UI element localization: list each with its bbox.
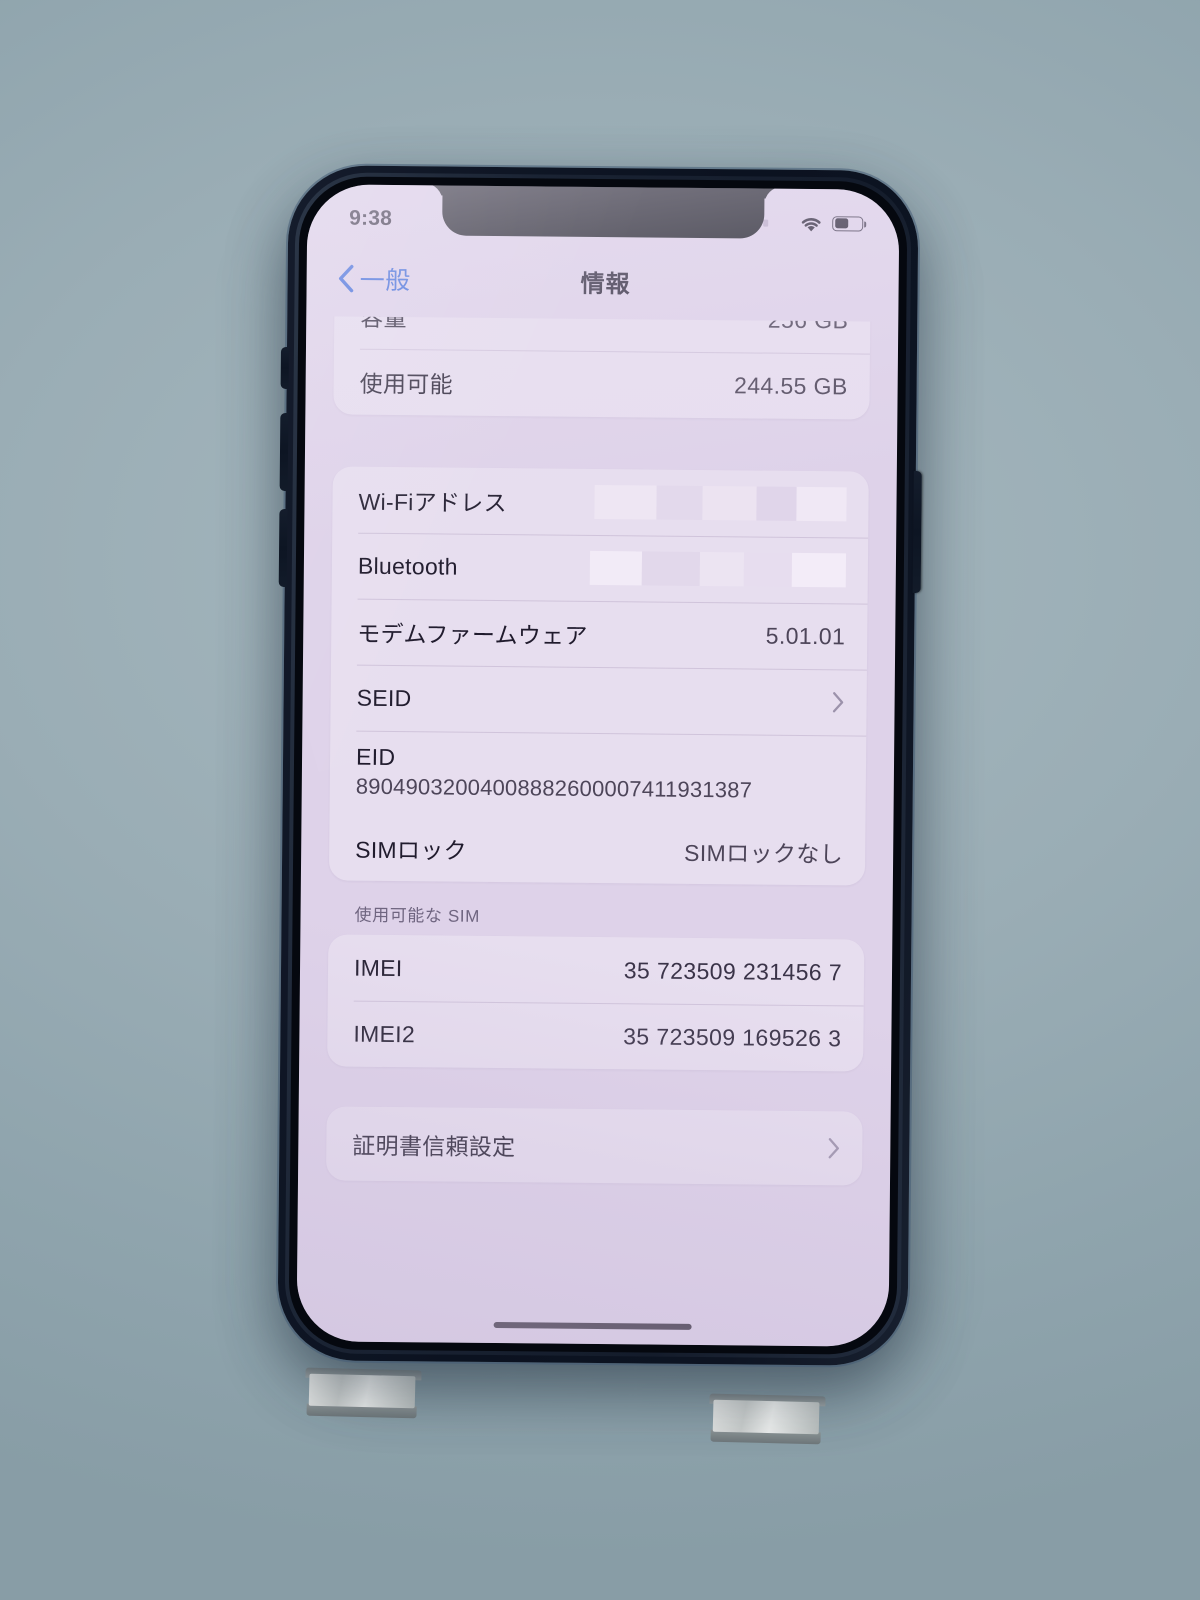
row-available[interactable]: 使用可能 244.55 GB (333, 348, 870, 419)
row-label: EID (355, 743, 396, 771)
row-seid[interactable]: SEID (330, 664, 867, 735)
back-button[interactable]: 一般 (336, 260, 411, 297)
row-label: Bluetooth (357, 552, 458, 580)
redacted-value (594, 484, 847, 522)
row-label: 容量 (360, 316, 408, 332)
row-modem-firmware[interactable]: モデムファームウェア 5.01.01 (331, 598, 868, 669)
group-sim: IMEI 35 723509 231456 7 IMEI2 35 723509 … (327, 934, 865, 1072)
row-label: 証明書信頼設定 (352, 1132, 516, 1161)
row-capacity[interactable]: 容量 256 GB (334, 316, 871, 353)
row-certificate-trust-settings[interactable]: 証明書信頼設定 (326, 1106, 863, 1185)
row-sim-lock[interactable]: SIMロック SIMロックなし (329, 814, 866, 885)
battery-icon (832, 215, 864, 232)
row-label: Wi-Fiアドレス (358, 488, 507, 517)
row-label: IMEI2 (353, 1020, 416, 1047)
row-label: モデムファームウェア (357, 620, 588, 649)
group-hardware: Wi-Fiアドレス Bluetooth モデムファームウェア 5.01.01 S… (328, 466, 869, 886)
mute-switch[interactable] (280, 346, 290, 390)
wifi-icon (801, 217, 821, 231)
chevron-right-icon (828, 1138, 839, 1159)
stand-foot-left (304, 1367, 422, 1423)
volume-down-button[interactable] (278, 508, 288, 588)
row-eid[interactable]: EID 89049032004008882600007411931387 (330, 730, 867, 819)
row-value: 5.01.01 (765, 622, 846, 649)
navigation-bar: 一般 情報 (306, 240, 899, 322)
row-label: IMEI (353, 954, 403, 981)
power-button[interactable] (912, 471, 922, 594)
row-label: 使用可能 (359, 370, 453, 398)
volume-up-button[interactable] (279, 412, 289, 492)
stand-foot-right (708, 1393, 826, 1449)
row-value: 244.55 GB (733, 371, 848, 399)
row-value: 89049032004008882600007411931387 (355, 773, 753, 803)
iphone-device: 9:38 一般 情報 容量 256 GB 使用可能 244.55 GB Wi-F… (277, 165, 922, 1366)
notch (442, 184, 765, 239)
phone-screen: 9:38 一般 情報 容量 256 GB 使用可能 244.55 GB Wi-F… (296, 184, 900, 1347)
status-dot-icon (763, 219, 769, 227)
row-label: SEID (356, 684, 412, 711)
group-storage: 容量 256 GB 使用可能 244.55 GB (333, 316, 871, 420)
settings-scroll-view[interactable]: 容量 256 GB 使用可能 244.55 GB Wi-Fiアドレス Bluet… (296, 316, 898, 1347)
chevron-right-icon (832, 692, 844, 713)
back-button-label: 一般 (359, 266, 411, 296)
section-header-sim: 使用可能な SIM (354, 905, 480, 926)
row-wifi-address[interactable]: Wi-Fiアドレス (332, 466, 869, 537)
row-value: 35 723509 231456 7 (623, 956, 843, 985)
chevron-left-icon (338, 264, 354, 293)
group-certificates: 証明書信頼設定 (326, 1106, 863, 1186)
status-bar-right (763, 213, 864, 233)
row-label: SIMロック (355, 836, 468, 864)
row-value: SIMロックなし (683, 839, 844, 868)
row-imei2[interactable]: IMEI2 35 723509 169526 3 (327, 1000, 864, 1071)
row-imei[interactable]: IMEI 35 723509 231456 7 (328, 934, 865, 1005)
row-bluetooth[interactable]: Bluetooth (332, 532, 869, 603)
status-time: 9:38 (349, 206, 393, 230)
row-value: 35 723509 169526 3 (623, 1022, 842, 1051)
redacted-value (589, 550, 847, 588)
